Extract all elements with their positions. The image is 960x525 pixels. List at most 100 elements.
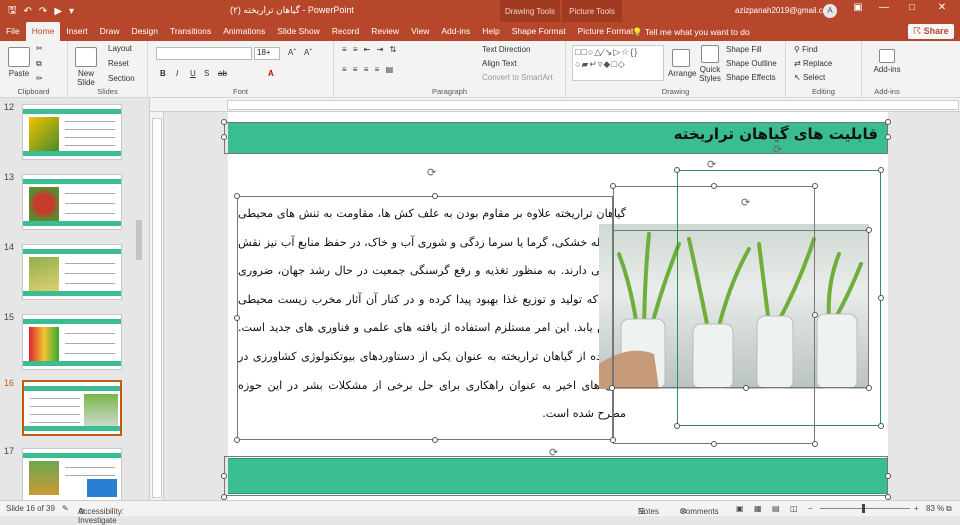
zoom-in-icon[interactable]: + [914, 504, 919, 513]
tab-add-ins[interactable]: Add-ins [435, 22, 476, 41]
slide-thumbnail-12[interactable] [22, 104, 122, 160]
align-icons[interactable]: ≡ ≡ ≡ ≡ ▤ [342, 65, 395, 74]
slide-thumbnail-15[interactable] [22, 314, 122, 370]
underline-button[interactable]: U [190, 69, 196, 78]
zoom-level[interactable]: 83 % [926, 504, 944, 513]
resize-handle[interactable] [878, 423, 884, 429]
avatar[interactable]: A [823, 4, 837, 18]
transgenic-plants-photo[interactable] [599, 224, 869, 389]
rotate-handle-icon[interactable]: ⟳ [427, 166, 436, 179]
tab-insert[interactable]: Insert [60, 22, 93, 41]
shape-effects-button[interactable]: Shape Effects [726, 73, 776, 82]
slide-thumbnail-13[interactable] [22, 174, 122, 230]
tab-transitions[interactable]: Transitions [164, 22, 217, 41]
slide-thumbnail-17[interactable] [22, 448, 122, 504]
shape-outline-button[interactable]: Shape Outline [726, 59, 777, 68]
tab-design[interactable]: Design [126, 22, 164, 41]
tab-picture-format[interactable]: Picture Format [572, 22, 640, 41]
tab-view[interactable]: View [405, 22, 435, 41]
share-button[interactable]: ☈ Share [908, 24, 954, 39]
slide-16[interactable]: قابلیت های گیاهان تراریخته گیاهان تراریخ… [228, 112, 888, 500]
align-text-button[interactable]: Align Text [482, 59, 517, 68]
resize-handle[interactable] [743, 385, 749, 391]
add-ins-button[interactable]: Add-ins [870, 49, 904, 74]
fit-to-window-icon[interactable]: ⧉ [946, 504, 952, 514]
maximize-icon[interactable]: □ [900, 2, 924, 13]
zoom-slider[interactable] [820, 508, 910, 509]
normal-view-icon[interactable]: ▣ [736, 504, 744, 513]
resize-handle[interactable] [885, 134, 891, 140]
close-icon[interactable]: ✕ [930, 2, 954, 13]
cut-icon[interactable]: ✂ [36, 44, 43, 53]
resize-handle[interactable] [609, 385, 615, 391]
resize-handle[interactable] [812, 441, 818, 447]
rotate-handle-icon[interactable]: ⟳ [707, 158, 716, 171]
resize-handle[interactable] [234, 437, 240, 443]
tab-help[interactable]: Help [476, 22, 505, 41]
resize-handle[interactable] [674, 167, 680, 173]
undo-icon[interactable]: ↶ [24, 6, 32, 17]
list-icons[interactable]: ≡ ≡ ⇤ ⇥ ⇅ [342, 45, 398, 54]
resize-handle[interactable] [878, 295, 884, 301]
slide-body-text[interactable]: گیاهان تراریخته علاوه بر مقاوم بودن به ع… [238, 200, 626, 429]
resize-handle[interactable] [885, 119, 891, 125]
thumbnails-scrollbar[interactable] [134, 100, 144, 498]
slide-thumbnail-16[interactable] [22, 380, 122, 436]
customize-qat-icon[interactable]: ▾ [69, 6, 74, 17]
shadow-button[interactable]: S [204, 69, 209, 78]
strikethrough-button[interactable]: ab [218, 69, 227, 78]
paste-button[interactable]: Paste [6, 47, 32, 78]
resize-handle[interactable] [234, 315, 240, 321]
resize-handle[interactable] [221, 134, 227, 140]
find-button[interactable]: ⚲ Find [794, 45, 818, 54]
resize-handle[interactable] [674, 423, 680, 429]
tab-file[interactable]: File [0, 22, 26, 41]
resize-handle[interactable] [221, 119, 227, 125]
reading-view-icon[interactable]: ▤ [772, 504, 780, 513]
tab-slide-show[interactable]: Slide Show [271, 22, 326, 41]
grow-font-icon[interactable]: Aˆ [288, 48, 296, 57]
rotate-handle-icon[interactable]: ⟳ [741, 196, 750, 209]
tell-me-search[interactable]: 💡 Tell me what you want to do [632, 27, 750, 38]
format-painter-icon[interactable]: ✏ [36, 74, 43, 83]
italic-button[interactable]: I [176, 69, 178, 78]
slide-title[interactable]: قابلیت های گیاهان تراریخته [674, 125, 878, 143]
slide-sorter-icon[interactable]: ▦ [754, 504, 762, 513]
resize-handle[interactable] [610, 437, 616, 443]
font-size-field[interactable]: 18+ [254, 47, 280, 60]
reset-button[interactable]: Reset [108, 59, 129, 68]
resize-handle[interactable] [866, 385, 872, 391]
save-icon[interactable]: 🖫 [8, 3, 17, 20]
resize-handle[interactable] [812, 312, 818, 318]
scrollbar-thumb[interactable] [136, 220, 142, 260]
redo-icon[interactable]: ↷ [39, 6, 47, 17]
ribbon-display-icon[interactable]: ▣ [846, 2, 870, 13]
resize-handle[interactable] [221, 473, 227, 479]
resize-handle[interactable] [711, 441, 717, 447]
quick-styles-button[interactable]: Quick Styles [698, 45, 722, 83]
shapes-gallery[interactable]: □□○△∕↘▷☆{}○▰↵▿◆□◇ [572, 45, 664, 81]
tab-shape-format[interactable]: Shape Format [506, 22, 572, 41]
shape-fill-button[interactable]: Shape Fill [726, 45, 762, 54]
section-button[interactable]: Section [108, 74, 135, 83]
font-color-icon[interactable]: A [268, 69, 274, 78]
rotate-handle-icon[interactable]: ⟳ [549, 446, 558, 459]
minimize-icon[interactable]: — [872, 2, 896, 13]
resize-handle[interactable] [885, 473, 891, 479]
zoom-out-icon[interactable]: − [808, 504, 813, 513]
tab-record[interactable]: Record [326, 22, 365, 41]
resize-handle[interactable] [866, 227, 872, 233]
text-direction-button[interactable]: Text Direction [482, 45, 530, 54]
shrink-font-icon[interactable]: Aˇ [304, 48, 312, 57]
user-email[interactable]: azizpanah2019@gmail.com [735, 6, 834, 15]
bold-button[interactable]: B [160, 69, 166, 78]
tab-draw[interactable]: Draw [94, 22, 126, 41]
tab-animations[interactable]: Animations [217, 22, 271, 41]
slide-thumbnail-14[interactable] [22, 244, 122, 300]
tab-home[interactable]: Home [25, 22, 61, 41]
resize-handle[interactable] [711, 183, 717, 189]
rotate-handle-icon[interactable]: ⟳ [773, 143, 782, 156]
tab-review[interactable]: Review [365, 22, 405, 41]
resize-handle[interactable] [878, 167, 884, 173]
convert-smartart-button[interactable]: Convert to SmartArt [482, 73, 553, 82]
